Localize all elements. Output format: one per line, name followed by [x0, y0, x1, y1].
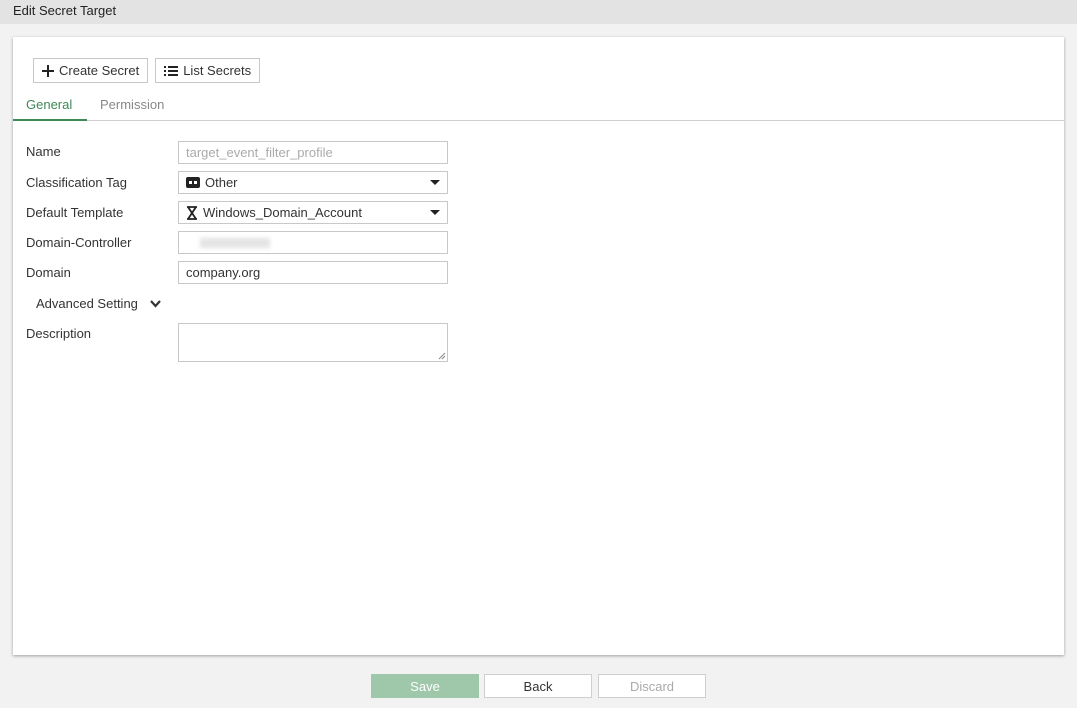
classification-tag-select[interactable]: Other — [178, 171, 448, 194]
advanced-setting-label: Advanced Setting — [36, 296, 138, 311]
description-label: Description — [26, 326, 92, 341]
back-button[interactable]: Back — [484, 674, 592, 698]
plus-icon — [42, 64, 54, 77]
toolbar: Create Secret List Secrets — [33, 58, 261, 83]
resize-grip-icon[interactable] — [438, 352, 446, 360]
default-template-value: Windows_Domain_Account — [203, 205, 362, 220]
save-button[interactable]: Save — [371, 674, 479, 698]
default-template-label: Default Template — [26, 205, 124, 220]
discard-button[interactable]: Discard — [598, 674, 706, 698]
hourglass-icon — [187, 205, 197, 220]
list-secrets-label: List Secrets — [183, 63, 252, 78]
domain-controller-label: Domain-Controller — [26, 235, 132, 250]
classification-tag-label: Classification Tag — [26, 175, 127, 190]
active-tab-indicator — [13, 119, 87, 121]
tab-bar: General Permission — [13, 95, 1064, 121]
chevron-down-icon — [150, 299, 161, 308]
edit-panel: Create Secret List Secrets General Permi… — [13, 37, 1064, 655]
name-field[interactable]: target_event_filter_profile — [178, 141, 448, 164]
domain-field[interactable]: company.org — [178, 261, 448, 284]
redacted-value — [200, 238, 270, 248]
chevron-down-icon — [430, 180, 440, 185]
name-label: Name — [26, 144, 61, 159]
tag-icon — [186, 177, 200, 188]
tab-permission[interactable]: Permission — [100, 97, 164, 112]
tab-general[interactable]: General — [26, 97, 72, 112]
create-secret-button[interactable]: Create Secret — [33, 58, 149, 83]
window-title: Edit Secret Target — [0, 0, 1077, 24]
default-template-select[interactable]: Windows_Domain_Account — [178, 201, 448, 224]
classification-tag-value: Other — [205, 175, 238, 190]
list-secrets-button[interactable]: List Secrets — [155, 58, 261, 83]
advanced-setting-toggle[interactable]: Advanced Setting — [36, 296, 161, 311]
domain-controller-field[interactable] — [178, 231, 448, 254]
list-icon — [164, 65, 179, 76]
description-textarea[interactable] — [178, 323, 448, 362]
chevron-down-icon — [430, 210, 440, 215]
domain-label: Domain — [26, 265, 71, 280]
create-secret-label: Create Secret — [59, 63, 140, 78]
